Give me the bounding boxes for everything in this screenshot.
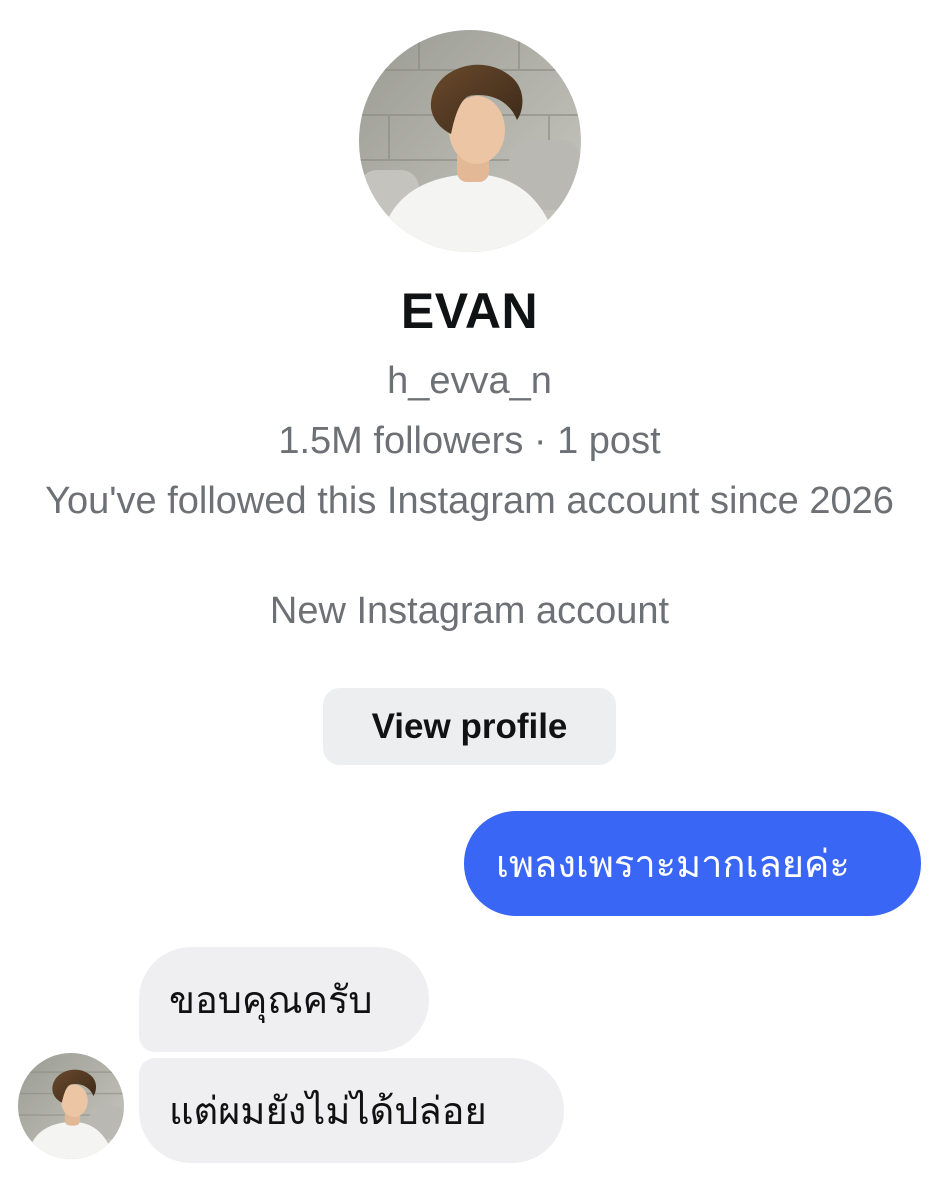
message-bubble-incoming[interactable]: แต่ผมยังไม่ได้ปล่อย: [139, 1058, 564, 1163]
profile-followers-count: 1.5M followers · 1 post: [278, 420, 661, 462]
view-profile-button[interactable]: View profile: [323, 688, 616, 765]
message-bubble-outgoing[interactable]: เพลงเพราะมากเลยค่ะ: [464, 811, 921, 916]
profile-photo-icon: [359, 30, 581, 252]
profile-photo-icon: [18, 1053, 124, 1159]
profile-username: h_evva_n: [387, 360, 552, 402]
sender-avatar[interactable]: [18, 1053, 124, 1159]
followed-since-note: You've followed this Instagram account s…: [45, 480, 894, 522]
new-account-note: New Instagram account: [269, 590, 670, 632]
message-bubble-incoming[interactable]: ขอบคุณครับ: [139, 947, 429, 1052]
profile-name: EVAN: [400, 283, 539, 339]
profile-avatar[interactable]: [359, 30, 581, 252]
